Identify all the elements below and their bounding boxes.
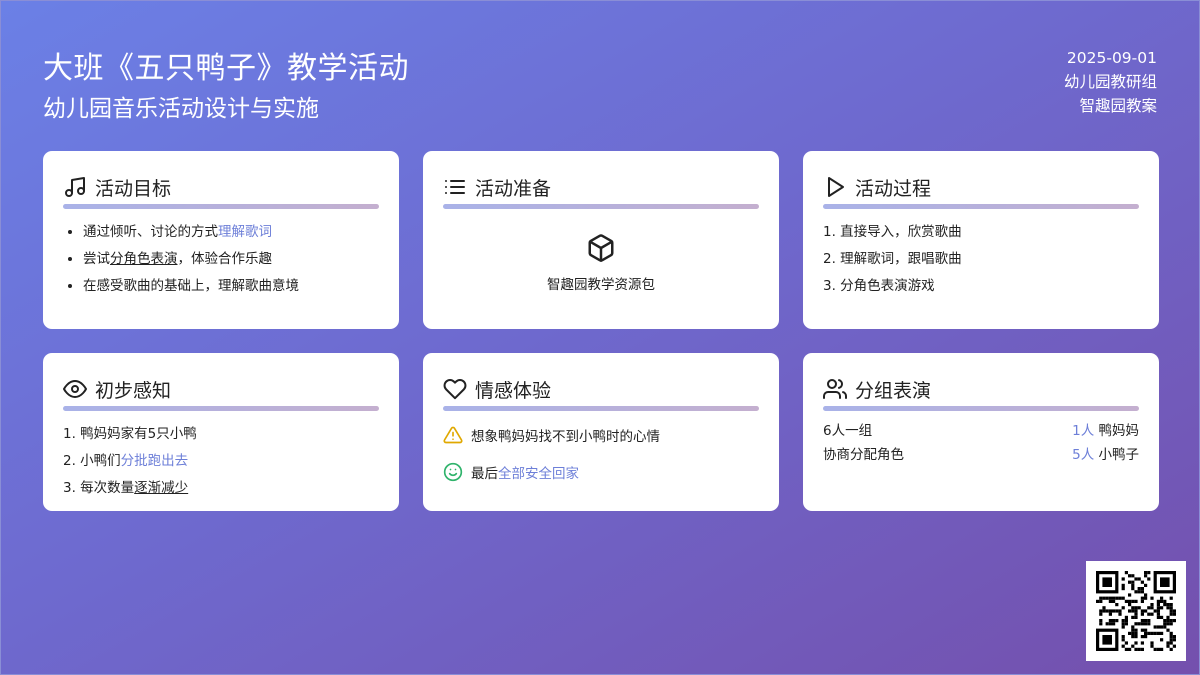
card-title: 情感体验 xyxy=(475,379,552,402)
card-title: 活动准备 xyxy=(475,177,552,200)
card-process: 活动过程 1. 直接导入，欣赏歌曲 2. 理解歌词，跟唱歌曲 3. 分角色表演游… xyxy=(803,151,1159,329)
page-title: 大班《五只鸭子》教学活动 xyxy=(43,51,409,86)
card-divider xyxy=(63,406,379,411)
card-emotion: 情感体验 想象鸭妈妈找不到小鸭时的心情 最后 全部安全回家 xyxy=(423,353,779,511)
card-divider xyxy=(443,204,759,209)
card-title: 活动过程 xyxy=(855,177,932,200)
card-divider xyxy=(63,204,379,209)
card-title: 活动目标 xyxy=(95,177,172,200)
process-list: 1. 直接导入，欣赏歌曲 2. 理解歌词，跟唱歌曲 3. 分角色表演游戏 xyxy=(823,219,1139,300)
list-item: 3. 分角色表演游戏 xyxy=(823,278,935,294)
card-title: 分组表演 xyxy=(855,379,932,402)
group-row: 协商分配角色 5人 小鸭子 xyxy=(823,447,1139,463)
list-item: 通过倾听、讨论的方式理解歌词 xyxy=(83,219,379,246)
emotion-row: 最后 全部安全回家 xyxy=(443,456,759,487)
card-goals: 活动目标 通过倾听、讨论的方式理解歌词 尝试分角色表演，体验合作乐趣 在感受歌曲… xyxy=(43,151,399,329)
perception-list: 1. 鸭妈妈家有5只小鸭 2. 小鸭们分批跑出去 3. 每次数量逐渐减少 xyxy=(63,421,379,502)
group-row: 6人一组 1人 鸭妈妈 xyxy=(823,423,1139,439)
music-note-icon xyxy=(63,175,87,199)
date-label: 2025-09-01 xyxy=(1066,49,1157,67)
list-item: 在感受歌曲的基础上，理解歌曲意境 xyxy=(83,273,379,300)
emotion-row: 想象鸭妈妈找不到小鸭时的心情 xyxy=(443,419,759,450)
list-icon xyxy=(443,175,467,199)
list-item: 3. 每次数量逐渐减少 xyxy=(63,480,189,496)
card-title: 初步感知 xyxy=(95,379,172,402)
list-item: 2. 理解歌词，跟唱歌曲 xyxy=(823,251,962,267)
smile-icon xyxy=(443,462,471,482)
list-item: 1. 鸭妈妈家有5只小鸭 xyxy=(63,426,197,442)
list-item: 2. 小鸭们分批跑出去 xyxy=(63,453,189,469)
heart-icon xyxy=(443,377,467,401)
list-item: 1. 直接导入，欣赏歌曲 xyxy=(823,224,962,240)
resource-item: 智趣园教学资源包 xyxy=(443,233,759,293)
header-meta: 2025-09-01 幼儿园教研组 智趣园教案 xyxy=(1064,46,1157,118)
warning-icon xyxy=(443,425,471,445)
brand-label: 智趣园教案 xyxy=(1079,97,1157,115)
card-perception: 初步感知 1. 鸭妈妈家有5只小鸭 2. 小鸭们分批跑出去 3. 每次数量逐渐减… xyxy=(43,353,399,511)
play-icon xyxy=(823,175,847,199)
card-divider xyxy=(823,406,1139,411)
card-group: 分组表演 6人一组 1人 鸭妈妈 协商分配角色 5人 小鸭子 xyxy=(803,353,1159,511)
eye-icon xyxy=(63,377,87,401)
page-subtitle: 幼儿园音乐活动设计与实施 xyxy=(43,96,319,122)
slide: 大班《五只鸭子》教学活动 幼儿园音乐活动设计与实施 2025-09-01 幼儿园… xyxy=(0,0,1200,675)
card-divider xyxy=(823,204,1139,209)
list-item: 尝试分角色表演，体验合作乐趣 xyxy=(83,246,379,273)
qr-code xyxy=(1086,561,1186,661)
package-icon xyxy=(586,234,616,267)
card-prep: 活动准备 智趣园教学资源包 xyxy=(423,151,779,329)
org-label: 幼儿园教研组 xyxy=(1063,73,1157,91)
goals-list: 通过倾听、讨论的方式理解歌词 尝试分角色表演，体验合作乐趣 在感受歌曲的基础上，… xyxy=(63,219,379,300)
card-divider xyxy=(443,406,759,411)
resource-label: 智趣园教学资源包 xyxy=(547,277,655,293)
users-icon xyxy=(823,377,847,401)
